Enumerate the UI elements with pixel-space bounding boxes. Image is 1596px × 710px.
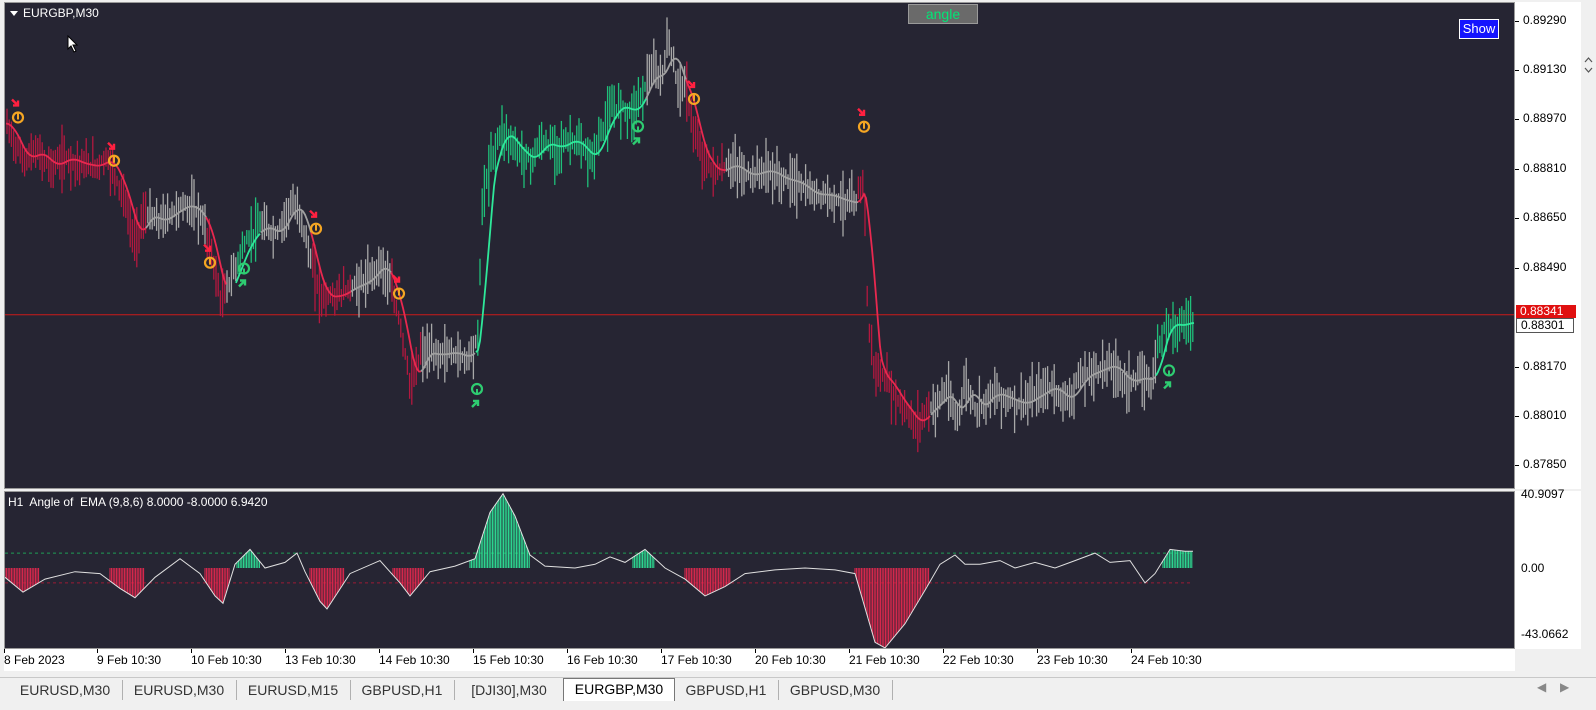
angle-histogram: [5, 494, 1193, 648]
price-tick-mark: [1515, 69, 1519, 71]
price-tick-mark: [1515, 218, 1519, 220]
indicator-window[interactable]: H1 Angle of EMA (9,8,6) 8.0000 -8.0000 6…: [4, 491, 1515, 649]
time-tick-label: 15 Feb 10:30: [473, 653, 544, 667]
last-price-badge: 0.88301: [1516, 318, 1574, 333]
sell-signal-icon: [107, 141, 121, 167]
time-tick-label: 8 Feb 2023: [4, 653, 65, 667]
tabs-scroll-right-icon[interactable]: ▶: [1560, 680, 1569, 694]
time-tick-label: 20 Feb 10:30: [755, 653, 826, 667]
angle-button[interactable]: angle: [908, 4, 978, 24]
show-button[interactable]: Show: [1459, 19, 1499, 39]
bid-price-badge: 0.88341: [1516, 305, 1576, 318]
price-tick-label: 0.87850: [1523, 457, 1567, 472]
indicator-canvas[interactable]: [5, 492, 1514, 648]
buy-signal-icon: [470, 382, 484, 408]
chart-tab-bar: EURUSD,M30 EURUSD,M30 EURUSD,M15 GBPUSD,…: [0, 677, 1596, 701]
time-tick-label: 23 Feb 10:30: [1037, 653, 1108, 667]
price-tick-label: 0.89290: [1523, 12, 1567, 27]
indicator-tick-label: 0.00: [1521, 560, 1545, 575]
time-tick-label: 14 Feb 10:30: [379, 653, 450, 667]
price-tick-mark: [1515, 267, 1519, 269]
indicator-axis[interactable]: 40.9097 0.00 -43.0662: [1515, 487, 1581, 649]
tab-gbpusd-h1-1[interactable]: GBPUSD,H1: [350, 680, 455, 700]
time-axis[interactable]: 8 Feb 2023 9 Feb 10:30 10 Feb 10:30 13 Feb …: [4, 649, 1515, 671]
indicator-tick-label: -43.0662: [1521, 627, 1569, 641]
time-tick-label: 13 Feb 10:30: [285, 653, 356, 667]
price-tick-mark: [1515, 168, 1519, 170]
tab-gbpusd-m30[interactable]: GBPUSD,M30: [778, 680, 893, 700]
tab-eurusd-m15[interactable]: EURUSD,M15: [236, 680, 351, 700]
indicator-label: H1 Angle of EMA (9,8,6) 8.0000 -8.0000 6…: [8, 495, 268, 509]
price-tick-mark: [1515, 20, 1519, 22]
angle-line: [5, 492, 1193, 648]
price-tick-label: 0.88010: [1523, 407, 1567, 422]
price-tick-label: 0.89130: [1523, 61, 1567, 76]
chart-symbol-label: EURGBP,M30: [23, 6, 99, 20]
mouse-pointer-icon: [67, 35, 79, 53]
vertical-scrollbar[interactable]: [1581, 2, 1596, 671]
price-tick-mark: [1515, 465, 1519, 467]
buy-signal-icon: [1162, 364, 1176, 390]
time-tick-label: 21 Feb 10:30: [849, 653, 920, 667]
sell-signal-icon: [11, 98, 25, 124]
tab-eurusd-m30-2[interactable]: EURUSD,M30: [122, 680, 237, 700]
sell-signal-icon: [687, 80, 701, 106]
tabs-scroll-left-icon[interactable]: ◀: [1537, 680, 1546, 694]
time-tick-label: 22 Feb 10:30: [943, 653, 1014, 667]
price-tick-label: 0.88970: [1523, 111, 1567, 126]
price-tick-mark: [1515, 119, 1519, 121]
tab-dji30-m30[interactable]: [DJI30],M30: [454, 680, 565, 700]
scroll-arrows-icon[interactable]: [1581, 52, 1596, 92]
sell-signal-icon: [857, 107, 871, 133]
sell-signal-icon: [309, 209, 323, 235]
indicator-tick-label: 40.9097: [1521, 487, 1565, 501]
ema-line: [5, 57, 1195, 422]
time-tick-label: 17 Feb 10:30: [661, 653, 732, 667]
time-tick-label: 9 Feb 10:30: [97, 653, 162, 667]
time-tick-label: 24 Feb 10:30: [1131, 653, 1202, 667]
price-chart-canvas[interactable]: [5, 3, 1514, 488]
price-chart[interactable]: EURGBP,M30 angle Show: [4, 2, 1515, 489]
price-tick-mark: [1515, 366, 1519, 368]
time-tick-label: 10 Feb 10:30: [191, 653, 262, 667]
price-tick-label: 0.88170: [1523, 358, 1567, 373]
price-tick-label: 0.88810: [1523, 160, 1567, 175]
time-tick-label: 16 Feb 10:30: [567, 653, 638, 667]
price-tick-mark: [1515, 415, 1519, 417]
tab-eurusd-m30-1[interactable]: EURUSD,M30: [8, 680, 123, 700]
price-tick-label: 0.88490: [1523, 259, 1567, 274]
tab-gbpusd-h1-2[interactable]: GBPUSD,H1: [674, 680, 779, 700]
price-tick-label: 0.88650: [1523, 210, 1567, 225]
tab-eurgbp-m30[interactable]: EURGBP,M30: [563, 678, 675, 701]
price-bars: [6, 17, 1194, 453]
price-axis[interactable]: 0.89290 0.89130 0.88970 0.88810 0.88650 0.884…: [1515, 2, 1581, 489]
chart-menu-triangle-icon[interactable]: [10, 11, 18, 16]
